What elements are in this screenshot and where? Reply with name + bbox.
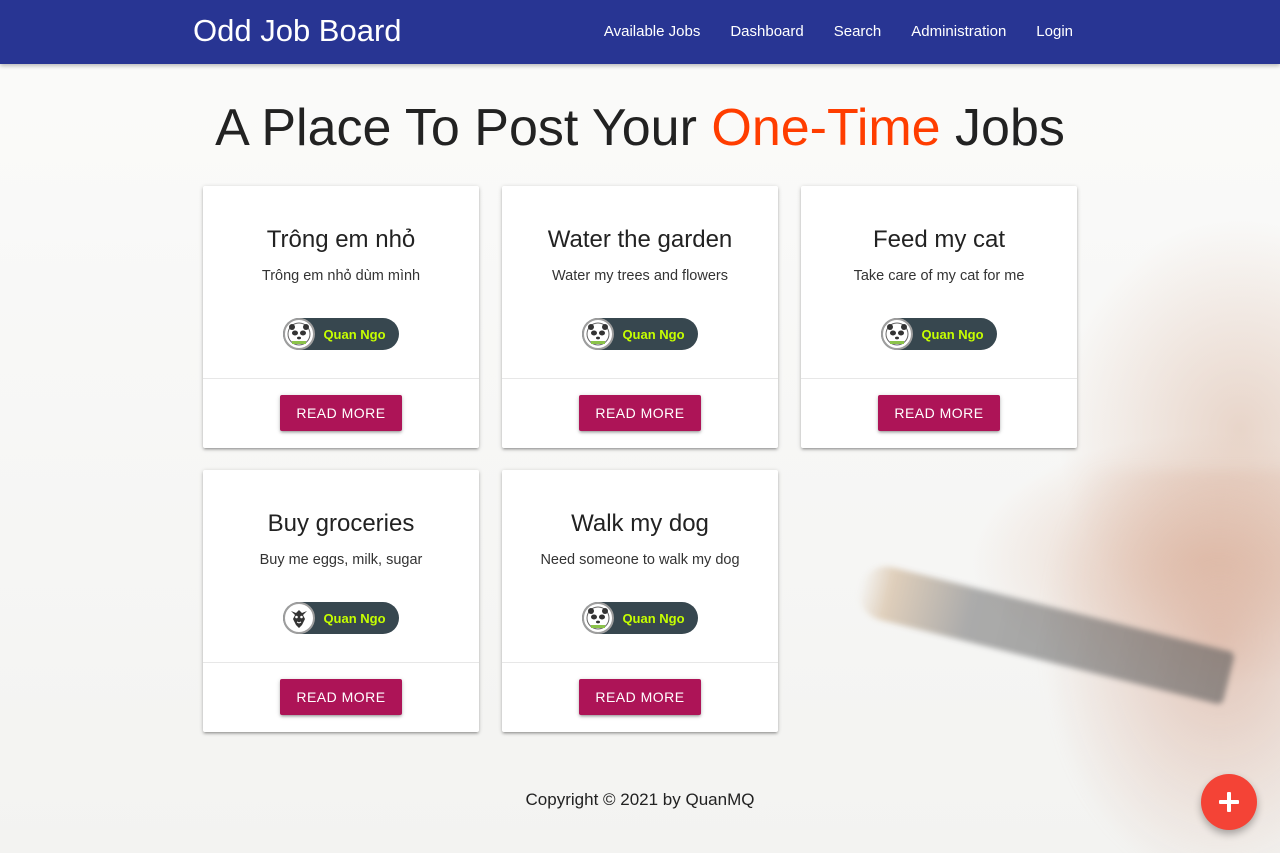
read-more-button[interactable]: READ MORE <box>878 395 1000 431</box>
brand-logo[interactable]: Odd Job Board <box>193 13 402 49</box>
owner-chip[interactable]: Quan Ngo <box>582 602 698 634</box>
add-job-button[interactable] <box>1201 774 1257 830</box>
job-card: Buy groceries Buy me eggs, milk, sugar Q… <box>203 470 479 732</box>
job-title: Feed my cat <box>872 226 1006 253</box>
owner-name: Quan Ngo <box>622 610 685 626</box>
job-title: Trông em nhỏ <box>266 226 416 253</box>
panda-avatar-icon <box>582 602 615 634</box>
owner-chip[interactable]: Quan Ngo <box>582 318 698 350</box>
read-more-button[interactable]: READ MORE <box>579 395 701 431</box>
owner-name: Quan Ngo <box>622 326 685 342</box>
job-card: Walk my dog Need someone to walk my dog … <box>502 470 778 732</box>
job-card: Trông em nhỏ Trông em nhỏ dùm mình Quan … <box>203 186 479 448</box>
nav-login[interactable]: Login <box>1021 0 1088 64</box>
job-description: Water my trees and flowers <box>552 268 728 284</box>
title-accent: One-Time <box>711 99 941 157</box>
owner-chip[interactable]: Quan Ngo <box>283 602 399 634</box>
owner-name: Quan Ngo <box>921 326 984 342</box>
job-title: Walk my dog <box>571 510 709 537</box>
job-card: Water the garden Water my trees and flow… <box>502 186 778 448</box>
owner-name: Quan Ngo <box>323 326 386 342</box>
read-more-button[interactable]: READ MORE <box>280 679 402 715</box>
read-more-button[interactable]: READ MORE <box>579 679 701 715</box>
read-more-button[interactable]: READ MORE <box>280 395 402 431</box>
owner-chip[interactable]: Quan Ngo <box>283 318 399 350</box>
nav-available-jobs[interactable]: Available Jobs <box>589 0 715 64</box>
panda-avatar-icon <box>283 318 316 350</box>
footer-copyright: Copyright © 2021 by QuanMQ <box>525 790 755 809</box>
top-navbar: Odd Job Board Available Jobs Dashboard S… <box>0 0 1280 64</box>
page-title: A Place To Post Your One-Time Jobs <box>0 98 1280 158</box>
plus-icon <box>1219 792 1239 812</box>
job-title: Buy groceries <box>267 510 415 537</box>
job-description: Need someone to walk my dog <box>540 552 740 568</box>
nav-search[interactable]: Search <box>819 0 897 64</box>
title-suffix: Jobs <box>940 99 1065 157</box>
title-prefix: A Place To Post Your <box>215 99 712 157</box>
panda-avatar-icon <box>881 318 914 350</box>
dragon-avatar-icon <box>283 602 316 634</box>
job-description: Buy me eggs, milk, sugar <box>259 552 423 568</box>
owner-name: Quan Ngo <box>323 610 386 626</box>
owner-chip[interactable]: Quan Ngo <box>881 318 997 350</box>
job-title: Water the garden <box>547 226 733 253</box>
nav-dashboard[interactable]: Dashboard <box>715 0 818 64</box>
panda-avatar-icon <box>582 318 615 350</box>
job-card: Feed my cat Take care of my cat for me Q… <box>801 186 1077 448</box>
job-description: Trông em nhỏ dùm mình <box>261 268 421 284</box>
nav-links: Available Jobs Dashboard Search Administ… <box>589 0 1088 64</box>
job-description: Take care of my cat for me <box>853 268 1025 284</box>
nav-administration[interactable]: Administration <box>896 0 1021 64</box>
